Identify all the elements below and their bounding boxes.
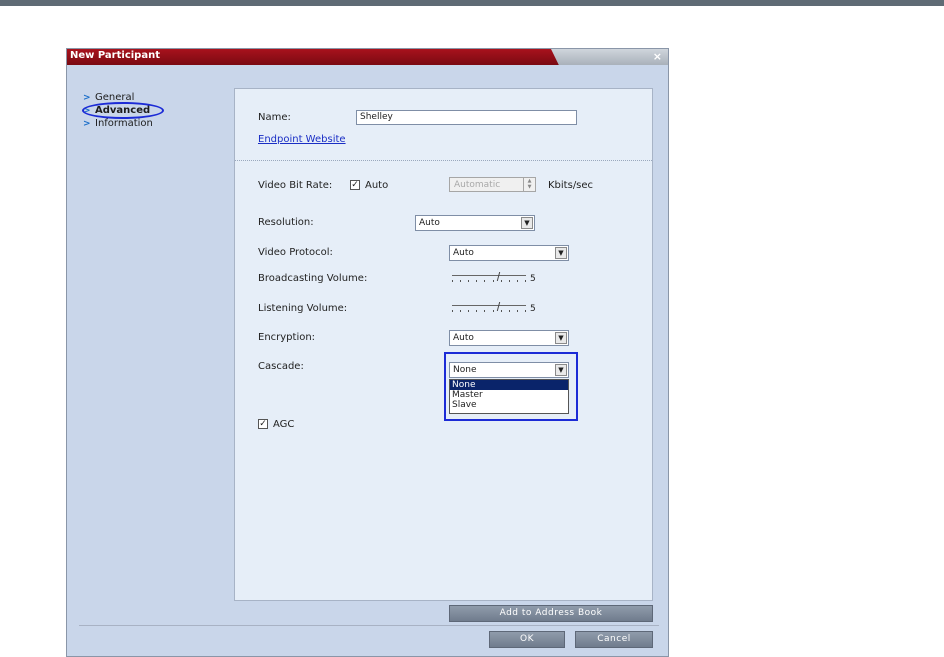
broadcasting-volume-slider[interactable]	[452, 271, 526, 285]
chevron-down-icon[interactable]: ▼	[555, 364, 567, 376]
left-nav: > General > Advanced > Information	[79, 91, 229, 130]
agc-label: AGC	[273, 419, 295, 430]
divider	[235, 160, 652, 161]
spinner-arrows: ▲ ▼	[523, 178, 535, 191]
resolution-select[interactable]: Auto ▼	[415, 215, 535, 231]
listening-volume-label: Listening Volume:	[258, 303, 348, 314]
new-participant-dialog: New Participant × > General > Advanced >…	[66, 48, 669, 657]
dialog-title: New Participant	[70, 50, 160, 61]
checkmark-icon: ✓	[259, 419, 267, 429]
video-bit-rate-label: Video Bit Rate:	[258, 180, 333, 191]
chevron-down-icon[interactable]: ▼	[555, 332, 567, 344]
cascade-select[interactable]: None ▼	[449, 362, 569, 378]
chevron-down-icon[interactable]: ▼	[555, 247, 567, 259]
down-arrow-icon: ▼	[527, 184, 532, 190]
bit-rate-spinner: Automatic ▲ ▼	[449, 177, 536, 192]
nav-item-general[interactable]: > General	[79, 91, 229, 104]
agc-checkbox[interactable]: ✓	[258, 419, 268, 429]
cascade-label: Cascade:	[258, 361, 304, 372]
checkmark-icon: ✓	[351, 180, 359, 190]
video-protocol-label: Video Protocol:	[258, 247, 333, 258]
top-banner	[0, 0, 944, 6]
encryption-select[interactable]: Auto ▼	[449, 330, 569, 346]
name-label: Name:	[258, 112, 291, 123]
title-bar[interactable]: New Participant ×	[67, 49, 668, 65]
nav-item-advanced[interactable]: > Advanced	[79, 102, 229, 119]
chevron-right-icon: >	[83, 118, 91, 129]
divider	[79, 625, 659, 626]
cascade-option-none[interactable]: None	[450, 380, 568, 390]
bit-rate-value: Automatic	[454, 180, 501, 190]
broadcasting-volume-label: Broadcasting Volume:	[258, 273, 368, 284]
auto-label: Auto	[365, 180, 389, 191]
nav-item-information[interactable]: > Information	[79, 117, 229, 130]
cancel-button[interactable]: Cancel	[575, 631, 653, 648]
nav-item-label: Information	[95, 118, 153, 129]
cascade-option-master[interactable]: Master	[450, 390, 568, 400]
listening-volume-value: 5	[530, 304, 536, 314]
chevron-down-icon[interactable]: ▼	[521, 217, 533, 229]
auto-checkbox[interactable]: ✓	[350, 180, 360, 190]
advanced-panel: Name: Shelley Endpoint Website Video Bit…	[234, 88, 653, 601]
name-input[interactable]: Shelley	[356, 110, 577, 125]
chevron-right-icon: >	[83, 92, 91, 103]
video-protocol-select[interactable]: Auto ▼	[449, 245, 569, 261]
close-icon[interactable]: ×	[653, 50, 662, 63]
encryption-label: Encryption:	[258, 332, 316, 343]
add-to-address-book-button[interactable]: Add to Address Book	[449, 605, 653, 622]
cascade-dropdown-list: None Master Slave	[449, 379, 569, 414]
bit-rate-unit: Kbits/sec	[548, 180, 594, 191]
broadcasting-volume-value: 5	[530, 274, 536, 284]
endpoint-website-link[interactable]: Endpoint Website	[258, 134, 346, 145]
cascade-option-slave[interactable]: Slave	[450, 400, 568, 410]
listening-volume-slider[interactable]	[452, 301, 526, 315]
resolution-label: Resolution:	[258, 217, 314, 228]
ok-button[interactable]: OK	[489, 631, 565, 648]
